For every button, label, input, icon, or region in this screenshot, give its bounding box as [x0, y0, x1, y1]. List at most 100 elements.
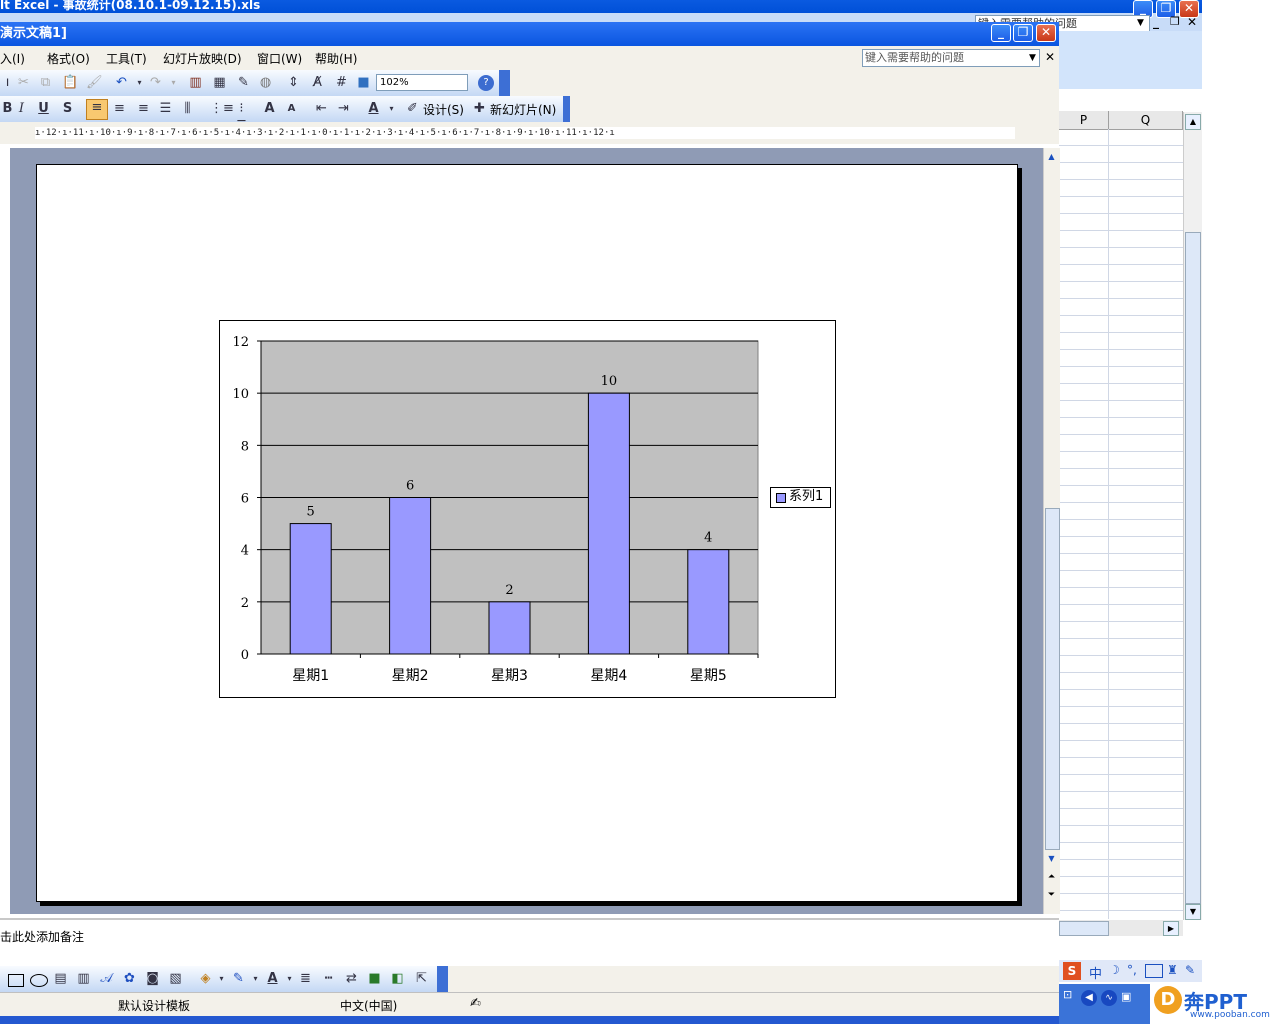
- ppt-minimize-button[interactable]: _: [991, 24, 1011, 42]
- clipart-icon[interactable]: ◙: [145, 971, 160, 986]
- format-painter-icon[interactable]: 🖌: [86, 75, 103, 90]
- copy-icon[interactable]: ⧉: [38, 75, 53, 90]
- show-formatting-icon[interactable]: A̸: [310, 75, 325, 90]
- 3d-style-icon[interactable]: ◧: [390, 971, 405, 986]
- dash-style-icon[interactable]: ┅: [321, 971, 336, 986]
- tray-network-icon[interactable]: ⊡: [1063, 988, 1072, 1001]
- horizontal-ruler[interactable]: ı·12·ı·11·ı·10·ı·9·ı·8·ı·7·ı·6·ı·5·ı·4·ı…: [35, 127, 1015, 139]
- menu-help[interactable]: 帮助(H): [315, 50, 357, 67]
- paste-icon[interactable]: 📋: [62, 75, 78, 90]
- increase-font-icon[interactable]: A: [262, 101, 277, 116]
- decrease-font-icon[interactable]: A: [284, 101, 299, 116]
- toolbar-options-icon[interactable]: [499, 70, 510, 96]
- ppt-help-input[interactable]: 键入需要帮助的问题: [862, 49, 1040, 67]
- ppt-close-button[interactable]: ✕: [1036, 24, 1056, 42]
- keyboard-icon[interactable]: [1145, 964, 1163, 978]
- scroll-right-icon[interactable]: ▶: [1163, 921, 1179, 936]
- menu-slideshow[interactable]: 幻灯片放映(D): [163, 50, 242, 67]
- new-slide-button[interactable]: 新幻灯片(N): [490, 101, 556, 118]
- ppt-doc-close-icon[interactable]: ✕: [1045, 50, 1055, 64]
- chart-object[interactable]: 0 2 4 6 8 10 12 星期1 星期2 星期3 星期4 星期5 5 6 2 10 4 系列1: [219, 320, 836, 698]
- bold-icon[interactable]: B: [0, 101, 15, 116]
- design-icon[interactable]: ✐: [405, 101, 420, 116]
- shadow-icon[interactable]: S: [60, 101, 75, 116]
- tray-monitor-icon[interactable]: ▣: [1121, 990, 1131, 1003]
- excel-cell-grid[interactable]: [1059, 129, 1183, 919]
- color-grayscale-icon[interactable]: ■: [356, 75, 371, 90]
- toolbar-options-icon[interactable]: [437, 966, 448, 992]
- hyperlink-icon[interactable]: ◍: [258, 75, 273, 90]
- menu-tools[interactable]: 工具(T): [106, 50, 147, 67]
- user-icon[interactable]: ♜: [1167, 963, 1178, 977]
- moon-icon[interactable]: ☽: [1109, 963, 1120, 977]
- justify-icon[interactable]: ☰: [158, 101, 173, 116]
- slide-canvas[interactable]: 0 2 4 6 8 10 12 星期1 星期2 星期3 星期4 星期5 5 6 2 10 4 系列1: [36, 164, 1018, 902]
- redo-icon[interactable]: ↷: [148, 75, 163, 90]
- menu-format[interactable]: 格式(O): [47, 50, 90, 67]
- excel-doc-minimize-icon[interactable]: _: [1153, 15, 1159, 29]
- menu-insert[interactable]: 入(I): [0, 50, 25, 67]
- grid-icon[interactable]: #: [334, 75, 349, 90]
- menu-window[interactable]: 窗口(W): [257, 50, 302, 67]
- excel-doc-close-icon[interactable]: ✕: [1187, 15, 1197, 29]
- picture-icon[interactable]: ▧: [168, 971, 183, 986]
- undo-dropdown-icon[interactable]: ▾: [132, 75, 147, 90]
- tables-borders-icon[interactable]: ✎: [236, 75, 251, 90]
- wrench-icon[interactable]: ✎: [1185, 963, 1195, 977]
- textbox-icon[interactable]: ▤: [53, 971, 68, 986]
- help-icon[interactable]: ?: [478, 75, 494, 91]
- decrease-indent-icon[interactable]: ⇤: [314, 101, 329, 116]
- insert-chart-icon[interactable]: ▥: [188, 75, 203, 90]
- cut-icon[interactable]: ✂: [16, 75, 31, 90]
- oval-icon[interactable]: [30, 974, 48, 987]
- draw-font-color-icon[interactable]: A: [265, 971, 280, 986]
- diagram-icon[interactable]: ✿: [122, 971, 137, 986]
- ppt-help-dropdown-icon[interactable]: ▼: [1029, 53, 1036, 63]
- numbering-icon[interactable]: ⋮≡: [210, 101, 234, 116]
- ime-toolbar[interactable]: S 中 ☽ °, ♜ ✎: [1059, 960, 1202, 982]
- design-button[interactable]: 设计(S): [423, 101, 464, 118]
- font-color-dropdown-icon[interactable]: ▾: [384, 101, 399, 116]
- slide-vertical-scrollbar[interactable]: ▲ ▼ ⏶ ⏷: [1043, 148, 1060, 914]
- align-right-icon[interactable]: ≡: [136, 101, 151, 116]
- underline-icon[interactable]: U: [36, 101, 51, 116]
- expand-all-icon[interactable]: ⇕: [286, 75, 301, 90]
- next-slide-icon[interactable]: ⏷: [1045, 890, 1058, 903]
- excel-vertical-scrollbar[interactable]: ▲ ▼: [1183, 112, 1202, 920]
- scroll-down-icon[interactable]: ▼: [1045, 852, 1058, 865]
- select-objects-icon[interactable]: ⇱: [414, 971, 429, 986]
- arrow-style-icon[interactable]: ⇄: [344, 971, 359, 986]
- redo-dropdown-icon[interactable]: ▾: [166, 75, 181, 90]
- undo-icon[interactable]: ↶: [114, 75, 129, 90]
- align-left-icon[interactable]: ≡: [86, 99, 108, 120]
- font-color-icon[interactable]: A: [366, 101, 381, 116]
- bullets-icon[interactable]: ⁝≡: [234, 101, 249, 131]
- punctuation-icon[interactable]: °,: [1127, 963, 1137, 977]
- scroll-thumb[interactable]: [1185, 232, 1201, 904]
- draw-font-dropdown-icon[interactable]: ▾: [282, 971, 297, 986]
- fill-color-icon[interactable]: ◈: [198, 971, 213, 986]
- wordart-icon[interactable]: 𝒜: [99, 971, 114, 986]
- tray-back-icon[interactable]: ◀: [1081, 990, 1097, 1006]
- spell-check-icon[interactable]: ✍: [470, 996, 481, 1011]
- rectangle-icon[interactable]: [8, 974, 24, 987]
- italic-icon[interactable]: I: [14, 101, 29, 116]
- scroll-up-icon[interactable]: ▲: [1185, 114, 1201, 130]
- new-slide-icon[interactable]: ✚: [472, 101, 487, 116]
- chinese-mode-icon[interactable]: 中: [1089, 963, 1102, 982]
- line-dropdown-icon[interactable]: ▾: [248, 971, 263, 986]
- increase-indent-icon[interactable]: ⇥: [336, 101, 351, 116]
- tray-wave-icon[interactable]: ∿: [1101, 990, 1117, 1006]
- scroll-up-icon[interactable]: ▲: [1045, 150, 1058, 163]
- sogou-icon[interactable]: S: [1063, 962, 1081, 980]
- notes-pane[interactable]: 击此处添加备注: [0, 918, 1059, 968]
- distributed-icon[interactable]: ⫼: [180, 101, 195, 116]
- scroll-thumb[interactable]: [1045, 508, 1060, 850]
- column-header-p[interactable]: P: [1059, 111, 1109, 129]
- vertical-textbox-icon[interactable]: ▥: [76, 971, 91, 986]
- shadow-style-icon[interactable]: ■: [367, 971, 382, 986]
- column-header-q[interactable]: Q: [1109, 111, 1183, 129]
- zoom-field[interactable]: 102%: [376, 74, 468, 91]
- fill-dropdown-icon[interactable]: ▾: [214, 971, 229, 986]
- align-center-icon[interactable]: ≡: [112, 101, 127, 116]
